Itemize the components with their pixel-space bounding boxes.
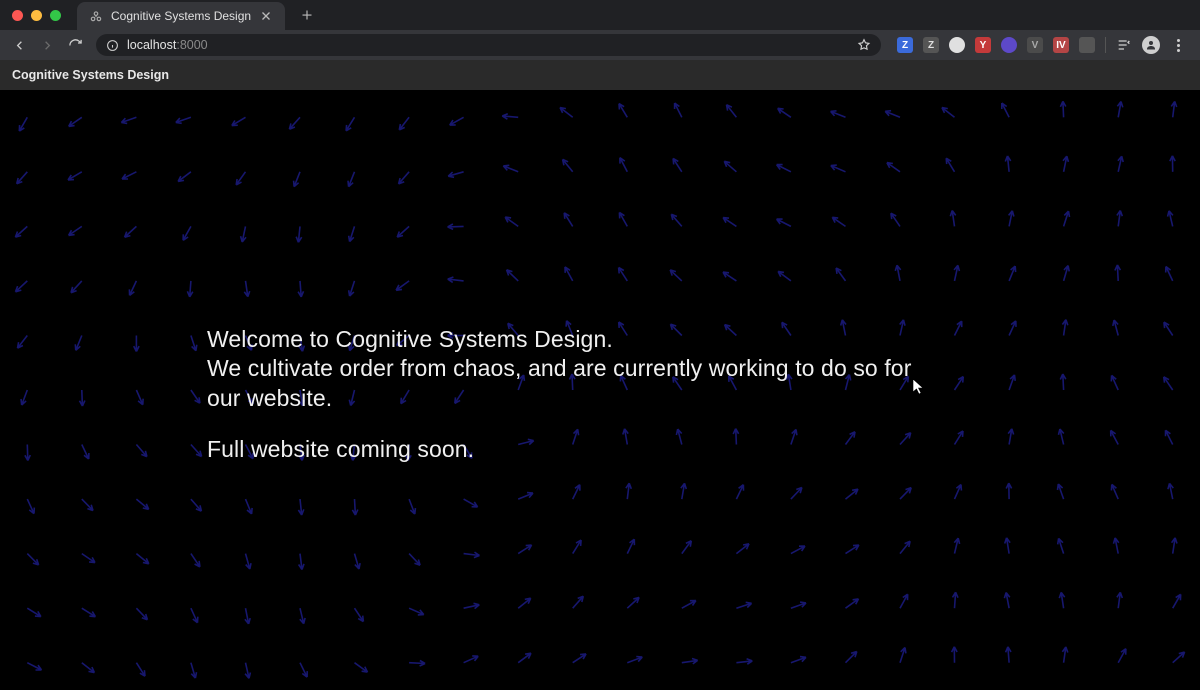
hero-line: Welcome to Cognitive Systems Design. bbox=[207, 326, 613, 352]
browser-chrome: Cognitive Systems Design localhost:8000 bbox=[0, 0, 1200, 60]
browser-menu-button[interactable] bbox=[1170, 37, 1186, 53]
page-header: Cognitive Systems Design bbox=[0, 60, 1200, 90]
extension-icon[interactable]: Y bbox=[975, 37, 991, 53]
extension-icon[interactable]: Z bbox=[923, 37, 939, 53]
mouse-cursor-icon bbox=[912, 378, 926, 396]
minimize-window-button[interactable] bbox=[31, 10, 42, 21]
reload-button[interactable] bbox=[64, 34, 86, 56]
reading-list-icon[interactable] bbox=[1116, 37, 1132, 53]
site-info-icon[interactable] bbox=[106, 39, 119, 52]
window-controls bbox=[8, 10, 61, 21]
back-button[interactable] bbox=[8, 34, 30, 56]
close-tab-button[interactable] bbox=[259, 9, 273, 23]
favicon-icon bbox=[89, 9, 103, 23]
divider bbox=[1105, 37, 1106, 53]
url-port: :8000 bbox=[176, 38, 207, 52]
new-tab-button[interactable] bbox=[297, 5, 317, 25]
extension-icon[interactable] bbox=[1001, 37, 1017, 53]
maximize-window-button[interactable] bbox=[50, 10, 61, 21]
hero-paragraph-2: Full website coming soon. bbox=[207, 435, 927, 464]
bookmark-star-icon[interactable] bbox=[857, 38, 871, 52]
extensions-area: Z Z Y V IV bbox=[891, 36, 1192, 54]
tab-title: Cognitive Systems Design bbox=[111, 9, 251, 23]
page-body: Cognitive Systems Design Welcome to Cogn… bbox=[0, 60, 1200, 690]
extension-icon[interactable]: IV bbox=[1053, 37, 1069, 53]
hero-text: Welcome to Cognitive Systems Design. We … bbox=[207, 325, 927, 465]
close-window-button[interactable] bbox=[12, 10, 23, 21]
site-title: Cognitive Systems Design bbox=[12, 68, 169, 82]
tab-bar: Cognitive Systems Design bbox=[0, 0, 1200, 30]
forward-button[interactable] bbox=[36, 34, 58, 56]
extension-icon[interactable] bbox=[949, 37, 965, 53]
url-field[interactable]: localhost:8000 bbox=[96, 34, 881, 56]
url-host: localhost bbox=[127, 38, 176, 52]
address-bar: localhost:8000 Z Z Y V IV bbox=[0, 30, 1200, 60]
hero-paragraph-1: Welcome to Cognitive Systems Design. We … bbox=[207, 325, 927, 413]
extension-icon[interactable]: V bbox=[1027, 37, 1043, 53]
profile-avatar[interactable] bbox=[1142, 36, 1160, 54]
extension-icon[interactable]: Z bbox=[897, 37, 913, 53]
extension-icon[interactable] bbox=[1079, 37, 1095, 53]
hero-line: We cultivate order from chaos, and are c… bbox=[207, 355, 911, 410]
browser-tab[interactable]: Cognitive Systems Design bbox=[77, 2, 285, 30]
